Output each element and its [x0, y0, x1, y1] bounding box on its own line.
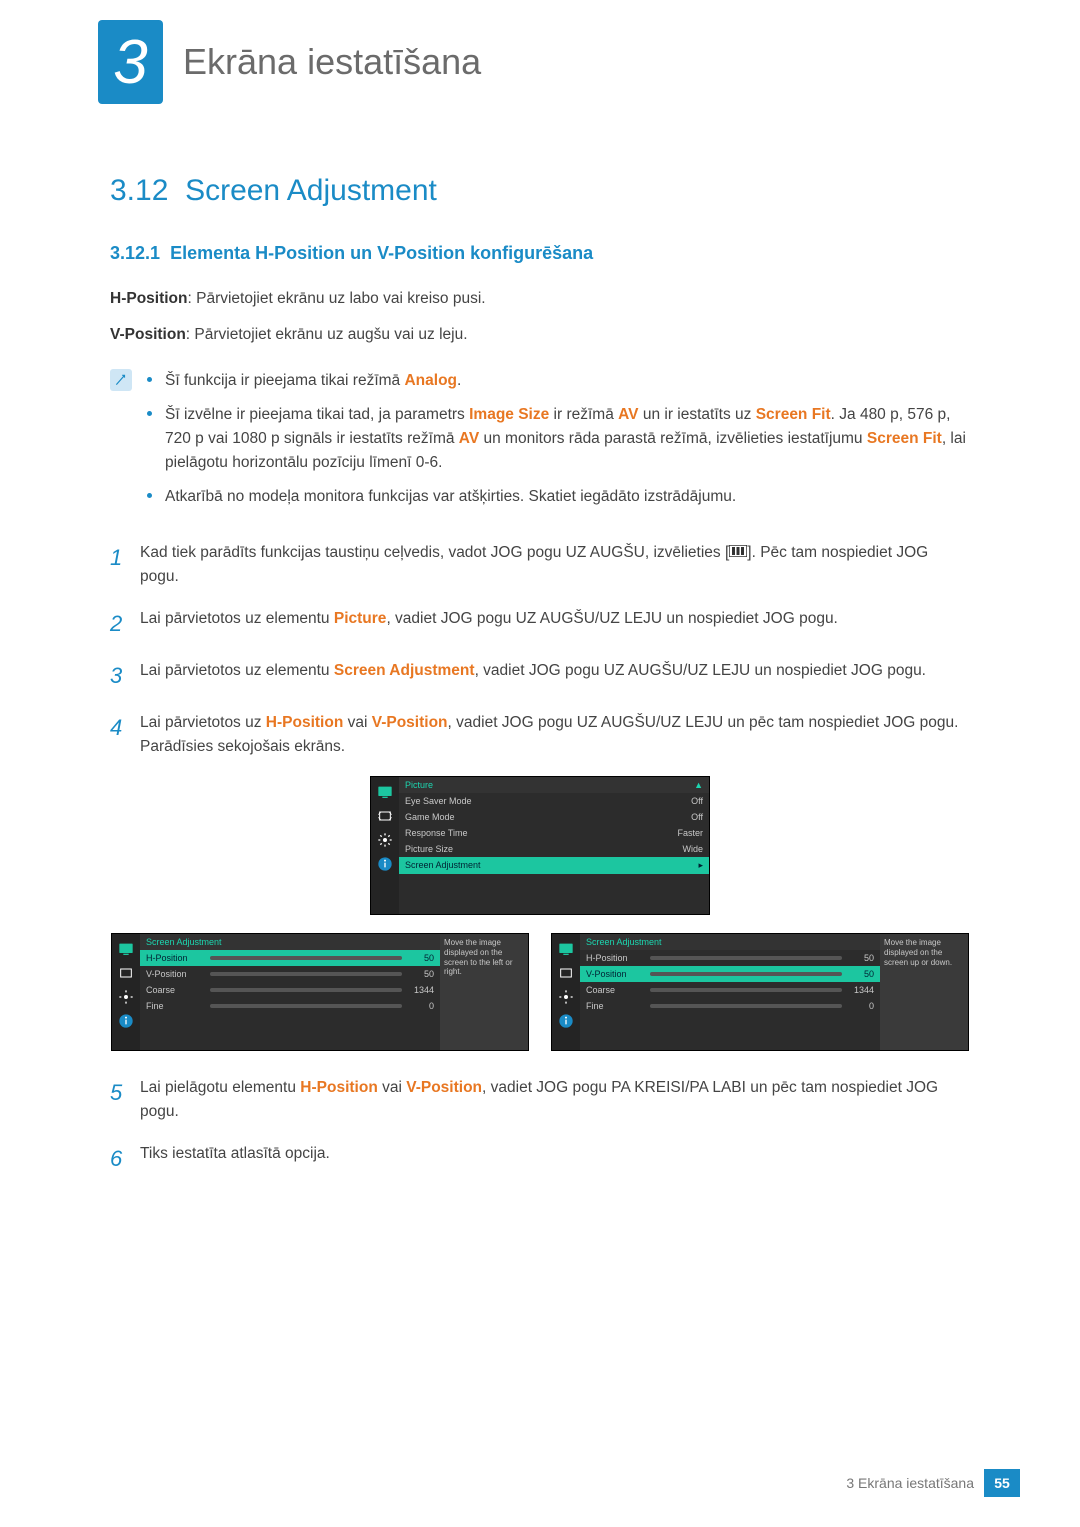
- resize-icon: [376, 807, 394, 825]
- step-4: 4 Lai pārvietotos uz H-Position vai V-Po…: [110, 711, 970, 759]
- monitor-icon: [117, 940, 135, 958]
- info-icon: [110, 369, 132, 391]
- resize-icon: [117, 964, 135, 982]
- osd-main: Screen Adjustment H-Position50V-Position…: [580, 934, 880, 1050]
- subsection-number: 3.12.1: [110, 243, 160, 263]
- step-number: 6: [110, 1142, 140, 1176]
- vposition-description: V-Position: Pārvietojiet ekrānu uz augšu…: [110, 324, 970, 346]
- note-item-3: Atkarībā no modeļa monitora funkcijas va…: [147, 485, 970, 509]
- osd-hint: Move the image displayed on the screen t…: [440, 934, 528, 1050]
- info-icon: [376, 855, 394, 873]
- osd-row: Response TimeFaster: [399, 825, 709, 841]
- subsection-3-12-1-heading: 3.12.1 Elementa H-Position un V-Position…: [110, 243, 970, 264]
- section-number: 3.12: [110, 174, 168, 207]
- osd-head-label: Picture: [405, 780, 433, 790]
- step-6: 6 Tiks iestatīta atlasītā opcija.: [110, 1142, 970, 1176]
- osd-side-icons: [552, 934, 580, 1050]
- page-title: Ekrāna iestatīšana: [183, 41, 481, 83]
- page-number: 55: [984, 1469, 1020, 1497]
- chapter-badge: 3: [98, 20, 163, 104]
- osd-picture-menu: Picture ▲ Eye Saver ModeOffGame ModeOffRe…: [371, 777, 709, 914]
- step-number: 2: [110, 607, 140, 641]
- info-note-block: Šī funkcija ir pieejama tikai režīmā Ana…: [110, 369, 970, 519]
- monitor-icon: [376, 783, 394, 801]
- osd-side-icons: [371, 777, 399, 914]
- osd-head-label: Screen Adjustment: [586, 937, 662, 947]
- gear-icon: [376, 831, 394, 849]
- osd-slider-row: Coarse1344: [140, 982, 440, 998]
- info-icon: [557, 1012, 575, 1030]
- step-3: 3 Lai pārvietotos uz elementu Screen Adj…: [110, 659, 970, 693]
- section-3-12-heading: 3.12 Screen Adjustment: [110, 174, 970, 208]
- osd-main: Picture ▲ Eye Saver ModeOffGame ModeOffRe…: [399, 777, 709, 914]
- osd-row: Eye Saver ModeOff: [399, 793, 709, 809]
- osd-hposition-panel: Screen Adjustment H-Position50V-Position…: [112, 934, 528, 1050]
- osd-side-icons: [112, 934, 140, 1050]
- gear-icon: [557, 988, 575, 1006]
- subsection-title: Elementa H-Position un V-Position konfig…: [170, 243, 593, 263]
- osd-slider-row: H-Position50: [580, 950, 880, 966]
- osd-slider-row: V-Position50: [140, 966, 440, 982]
- osd-row: Picture SizeWide: [399, 841, 709, 857]
- osd-vposition-panel: Screen Adjustment H-Position50V-Position…: [552, 934, 968, 1050]
- step-1: 1 Kad tiek parādīts funkcijas taustiņu c…: [110, 541, 970, 589]
- note-item-1: Šī funkcija ir pieejama tikai režīmā Ana…: [147, 369, 970, 393]
- osd-row: Game ModeOff: [399, 809, 709, 825]
- footer-label: 3 Ekrāna iestatīšana: [846, 1475, 974, 1491]
- step-number: 4: [110, 711, 140, 759]
- osd-slider-row: V-Position50: [580, 966, 880, 982]
- section-title: Screen Adjustment: [185, 174, 437, 207]
- step-5: 5 Lai pielāgotu elementu H-Position vai …: [110, 1076, 970, 1124]
- osd-row-selected: Screen Adjustment▸: [399, 857, 709, 874]
- page-footer: 3 Ekrāna iestatīšana 55: [846, 1469, 1020, 1497]
- resize-icon: [557, 964, 575, 982]
- menu-icon: [729, 541, 747, 565]
- osd-slider-row: Fine0: [140, 998, 440, 1014]
- monitor-icon: [557, 940, 575, 958]
- osd-slider-row: H-Position50: [140, 950, 440, 966]
- osd-slider-row: Fine0: [580, 998, 880, 1014]
- note-item-2: Šī izvēlne ir pieejama tikai tad, ja par…: [147, 403, 970, 475]
- step-2: 2 Lai pārvietotos uz elementu Picture, v…: [110, 607, 970, 641]
- hposition-description: H-Position: Pārvietojiet ekrānu uz labo …: [110, 288, 970, 310]
- chapter-header: 3 Ekrāna iestatīšana: [0, 0, 1080, 124]
- osd-main: Screen Adjustment H-Position50V-Position…: [140, 934, 440, 1050]
- up-arrow-icon: ▲: [694, 780, 703, 790]
- step-number: 5: [110, 1076, 140, 1124]
- info-icon: [117, 1012, 135, 1030]
- step-number: 1: [110, 541, 140, 589]
- osd-head-label: Screen Adjustment: [146, 937, 222, 947]
- step-number: 3: [110, 659, 140, 693]
- osd-slider-row: Coarse1344: [580, 982, 880, 998]
- gear-icon: [117, 988, 135, 1006]
- osd-hint: Move the image displayed on the screen u…: [880, 934, 968, 1050]
